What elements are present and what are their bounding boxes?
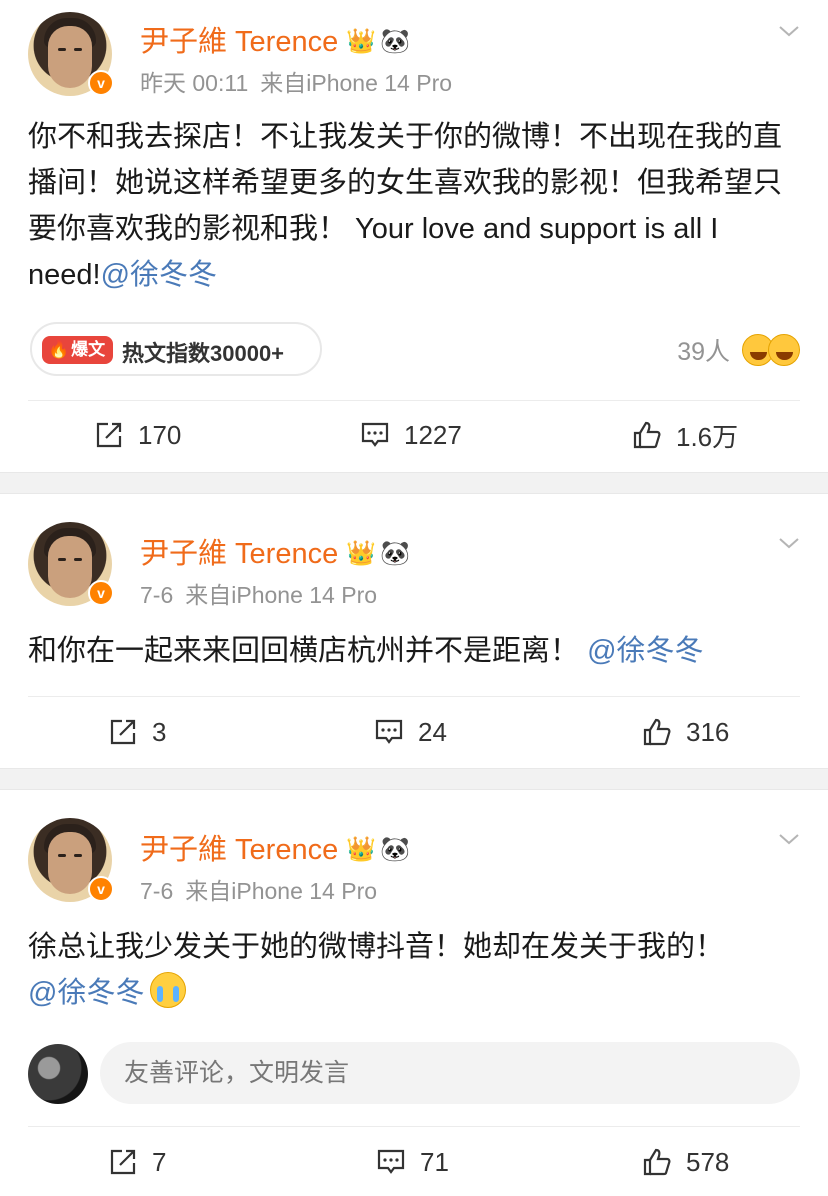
crown-icon: 👑: [346, 540, 377, 567]
hot-index-label: 热文指数30000+: [122, 341, 285, 366]
post-source: 来自iPhone 14 Pro: [185, 582, 378, 608]
post-time: 7-6: [140, 582, 174, 608]
verified-badge-icon: v: [88, 580, 114, 606]
hot-tag-label: 爆文: [71, 340, 106, 359]
author-name[interactable]: 尹子維 Terence 👑 🐼: [140, 530, 410, 572]
repost-count: 3: [152, 716, 167, 747]
like-count: 578: [686, 1146, 730, 1177]
comment-count: 24: [418, 716, 447, 747]
repost-icon: [110, 719, 136, 745]
repost-icon: [110, 1149, 136, 1175]
author-name-text[interactable]: 尹子維 Terence: [140, 834, 338, 866]
post-card-1: v 尹子維 Terence 👑 🐼 昨天 00:11 来自iPhone 14 Pro …: [0, 0, 828, 472]
panda-icon: 🐼: [380, 540, 411, 567]
post-source: 来自iPhone 14 Pro: [185, 878, 378, 904]
crying-emoji-icon: [150, 972, 187, 1008]
post-time: 7-6: [140, 878, 174, 904]
like-count: 1.6万: [676, 421, 739, 452]
divider: [28, 696, 800, 697]
post-text: 你不和我去探店！不让我发关于你的微博！不出现在我的直播间！她说这样希望更多的女生…: [28, 114, 803, 298]
repost-button[interactable]: 3: [108, 702, 166, 762]
post-meta: 7-6 来自iPhone 14 Pro: [140, 872, 377, 906]
panda-icon: 🐼: [380, 836, 411, 863]
repost-count: 170: [138, 419, 182, 450]
feed-separator: [0, 472, 828, 494]
smiling-emoji-icon: [768, 334, 800, 366]
comment-button[interactable]: 24: [374, 702, 447, 762]
post-card-2: v 尹子維 Terence 👑 🐼 7-6 来自iPhone 14 Pro 和你在一起…: [0, 494, 828, 768]
author-name-text[interactable]: 尹子維 Terence: [140, 538, 338, 570]
hot-tag: 🔥 爆文: [42, 336, 114, 364]
post-body: 徐总让我少发关于她的微博抖音！她却在发关于我的！: [28, 931, 725, 963]
like-button[interactable]: 1.6万: [632, 405, 738, 465]
comment-count: 1227: [404, 419, 462, 450]
post-body: 和你在一起来来回回横店杭州并不是距离！: [28, 635, 580, 667]
mention-link[interactable]: @徐冬冬: [28, 977, 144, 1009]
mention-link[interactable]: @徐冬冬: [587, 635, 703, 667]
hot-index-pill[interactable]: 🔥 爆文 热文指数30000+: [30, 322, 322, 376]
chevron-down-icon[interactable]: [778, 532, 800, 554]
post-source: 来自iPhone 14 Pro: [260, 70, 453, 96]
post-text: 和你在一起来来回回横店杭州并不是距离！ @徐冬冬: [28, 628, 803, 674]
comment-button[interactable]: 1227: [360, 405, 462, 465]
chevron-down-icon[interactable]: [778, 20, 800, 42]
chevron-down-icon[interactable]: [778, 828, 800, 850]
like-count: 316: [686, 716, 730, 747]
panda-icon: 🐼: [380, 28, 411, 55]
verified-badge-icon: v: [88, 876, 114, 902]
thumbs-up-icon: [633, 421, 661, 449]
post-meta: 7-6 来自iPhone 14 Pro: [140, 576, 377, 610]
post-time: 昨天 00:11: [140, 70, 249, 96]
comment-icon: [361, 422, 389, 447]
crown-icon: 👑: [346, 28, 377, 55]
mention-link[interactable]: @徐冬冬: [101, 259, 217, 291]
verified-badge-icon: v: [88, 70, 114, 96]
author-name[interactable]: 尹子維 Terence 👑 🐼: [140, 18, 410, 60]
like-button[interactable]: 316: [642, 702, 729, 762]
author-name[interactable]: 尹子維 Terence 👑 🐼: [140, 826, 410, 868]
likers-count: 39人: [677, 338, 730, 366]
post-meta: 昨天 00:11 来自iPhone 14 Pro: [140, 64, 452, 98]
divider: [28, 400, 800, 401]
comment-box-row: 友善评论，文明发言: [28, 1042, 800, 1104]
repost-count: 7: [152, 1146, 167, 1177]
divider: [28, 1126, 800, 1127]
author-name-text[interactable]: 尹子維 Terence: [140, 26, 338, 58]
comment-count: 71: [420, 1146, 449, 1177]
like-button[interactable]: 578: [642, 1132, 729, 1192]
action-bar: 3 24 316: [0, 702, 828, 762]
crown-icon: 👑: [346, 836, 377, 863]
repost-button[interactable]: 7: [108, 1132, 166, 1192]
action-bar: 170 1227 1.6万: [0, 405, 828, 465]
feed-separator: [0, 768, 828, 790]
thumbs-up-icon: [643, 1148, 671, 1176]
comment-icon: [377, 1149, 405, 1174]
repost-button[interactable]: 170: [94, 405, 181, 465]
action-bar: 7 71 578: [0, 1132, 828, 1192]
comment-input[interactable]: 友善评论，文明发言: [100, 1042, 800, 1104]
comment-button[interactable]: 71: [376, 1132, 449, 1192]
flame-icon: 🔥: [48, 340, 70, 359]
post-text: 徐总让我少发关于她的微博抖音！她却在发关于我的！ @徐冬冬: [28, 924, 803, 1016]
comment-icon: [375, 719, 403, 744]
current-user-avatar[interactable]: [28, 1044, 88, 1104]
repost-icon: [96, 422, 122, 448]
likers-summary[interactable]: 39人: [677, 330, 800, 370]
thumbs-up-icon: [643, 718, 671, 746]
